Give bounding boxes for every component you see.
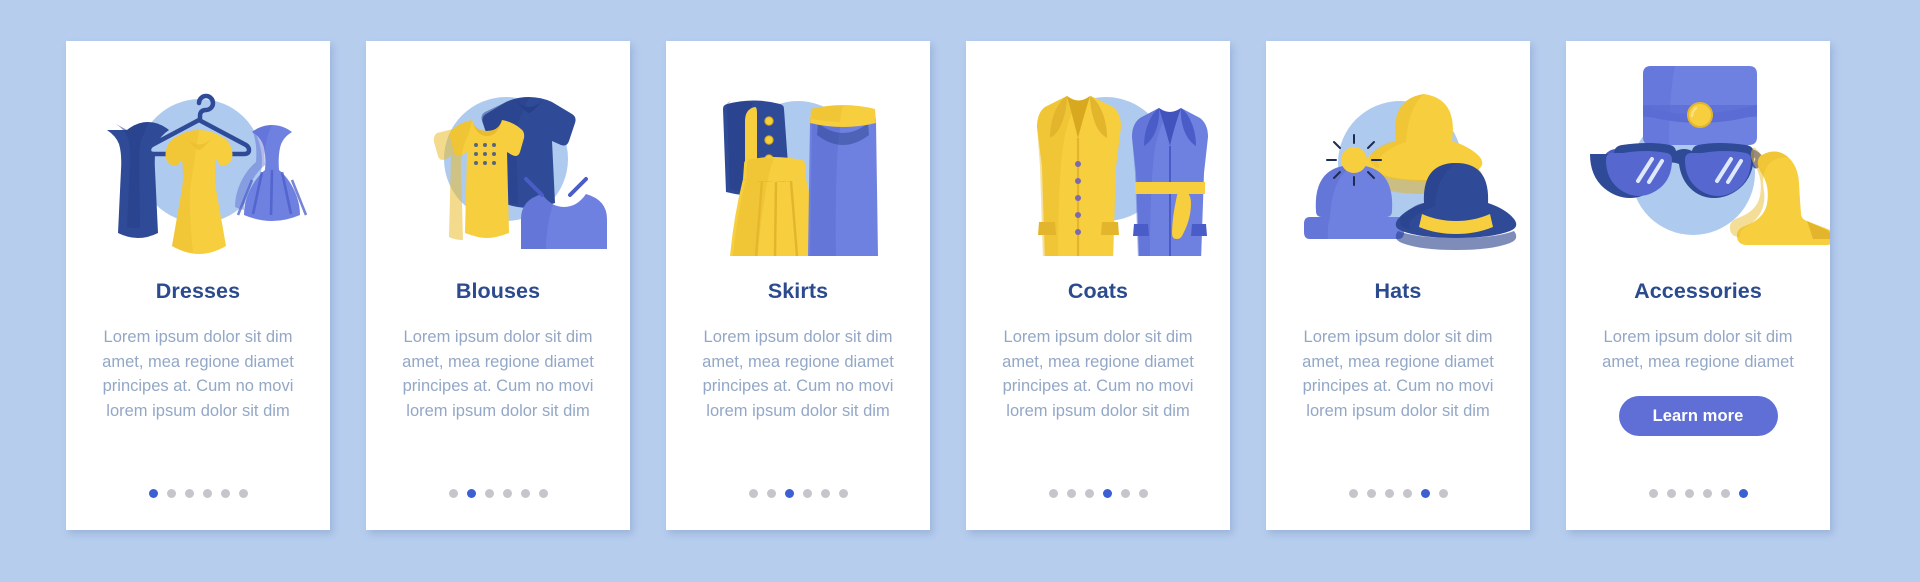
coats-illustration — [966, 41, 1230, 256]
learn-more-button[interactable]: Learn more — [1618, 396, 1778, 436]
pagination-dot-active[interactable] — [1738, 489, 1748, 498]
pagination-dot[interactable] — [1684, 489, 1694, 498]
coats-illustration — [1037, 96, 1208, 256]
onboarding-card-hats[interactable]: Hats Lorem ipsum dolor sit dim amet, mea … — [1266, 41, 1530, 530]
onboarding-card-accessories[interactable]: Accessories Lorem ipsum dolor sit dim ame… — [1566, 41, 1830, 530]
pagination-dot[interactable] — [220, 489, 230, 498]
pagination-dot[interactable] — [748, 489, 758, 498]
onboarding-card-blouses[interactable]: Blouses Lorem ipsum dolor sit dim amet, m… — [366, 41, 630, 530]
card-list: Dresses Lorem ipsum dolor sit dim amet, m… — [66, 41, 1830, 530]
pagination-dots — [666, 489, 930, 498]
pagination-dot[interactable] — [766, 489, 776, 498]
dresses-illustration — [66, 41, 330, 256]
pagination-dot[interactable] — [1666, 489, 1676, 498]
skirts-illustration — [666, 41, 930, 256]
pagination-dot-active[interactable] — [1102, 489, 1112, 498]
pagination-dot[interactable] — [1438, 489, 1448, 498]
pagination-dot[interactable] — [1084, 489, 1094, 498]
accessories-illustration — [1590, 66, 1830, 245]
pagination-dot[interactable] — [538, 489, 548, 498]
pagination-dot[interactable] — [1120, 489, 1130, 498]
pagination-dot[interactable] — [202, 489, 212, 498]
pagination-dot-active[interactable] — [148, 489, 158, 498]
pagination-dot-active[interactable] — [784, 489, 794, 498]
pagination-dots — [1266, 489, 1530, 498]
onboarding-card-skirts[interactable]: Skirts Lorem ipsum dolor sit dim amet, me… — [666, 41, 930, 530]
pagination-dot[interactable] — [520, 489, 530, 498]
accessories-illustration — [1566, 41, 1830, 256]
card-title: Coats — [1067, 279, 1129, 303]
pagination-dot[interactable] — [1348, 489, 1358, 498]
hats-illustration — [1266, 41, 1530, 256]
card-title: Blouses — [455, 279, 541, 303]
pagination-dots — [1566, 489, 1830, 498]
pagination-dot[interactable] — [820, 489, 830, 498]
pagination-dot[interactable] — [484, 489, 494, 498]
pagination-dot[interactable] — [166, 489, 176, 498]
pagination-dot[interactable] — [502, 489, 512, 498]
onboarding-card-dresses[interactable]: Dresses Lorem ipsum dolor sit dim amet, m… — [66, 41, 330, 530]
pagination-dot[interactable] — [1066, 489, 1076, 498]
card-description: Lorem ipsum dolor sit dim amet, mea regi… — [1302, 328, 1494, 420]
pagination-dots — [966, 489, 1230, 498]
onboarding-card-coats[interactable]: Coats Lorem ipsum dolor sit dim amet, mea… — [966, 41, 1230, 530]
pagination-dots — [366, 489, 630, 498]
skirts-illustration — [723, 100, 878, 256]
pagination-dot[interactable] — [1648, 489, 1658, 498]
pagination-dot[interactable] — [1366, 489, 1376, 498]
card-description: Lorem ipsum dolor sit dim amet, mea regi… — [102, 328, 294, 420]
dresses-illustration — [107, 93, 308, 254]
card-description: Lorem ipsum dolor sit dim amet, mea regi… — [702, 328, 894, 420]
pagination-dot[interactable] — [1720, 489, 1730, 498]
card-title: Dresses — [155, 279, 241, 303]
pagination-dot[interactable] — [1402, 489, 1412, 498]
card-title: Skirts — [767, 279, 829, 303]
pagination-dot[interactable] — [448, 489, 458, 498]
pagination-dot-active[interactable] — [466, 489, 476, 498]
card-description: Lorem ipsum dolor sit dim amet, mea regi… — [402, 328, 594, 420]
pagination-dots — [66, 489, 330, 498]
card-title: Accessories — [1634, 279, 1762, 303]
pagination-dot[interactable] — [1384, 489, 1394, 498]
card-description: Lorem ipsum dolor sit dim amet, mea regi… — [1002, 328, 1194, 420]
pagination-dot[interactable] — [1048, 489, 1058, 498]
onboarding-screens-container: Dresses Lorem ipsum dolor sit dim amet, m… — [0, 0, 1920, 582]
pagination-dot[interactable] — [802, 489, 812, 498]
pagination-dot[interactable] — [184, 489, 194, 498]
pagination-dot[interactable] — [1138, 489, 1148, 498]
card-description: Lorem ipsum dolor sit dim amet, mea regi… — [1602, 328, 1794, 371]
pagination-dot[interactable] — [238, 489, 248, 498]
hats-illustration — [1304, 94, 1517, 250]
pagination-dot-active[interactable] — [1420, 489, 1430, 498]
pagination-dot[interactable] — [1702, 489, 1712, 498]
blouses-illustration — [433, 97, 607, 249]
blouses-illustration — [366, 41, 630, 256]
card-title: Hats — [1374, 279, 1422, 303]
pagination-dot[interactable] — [838, 489, 848, 498]
